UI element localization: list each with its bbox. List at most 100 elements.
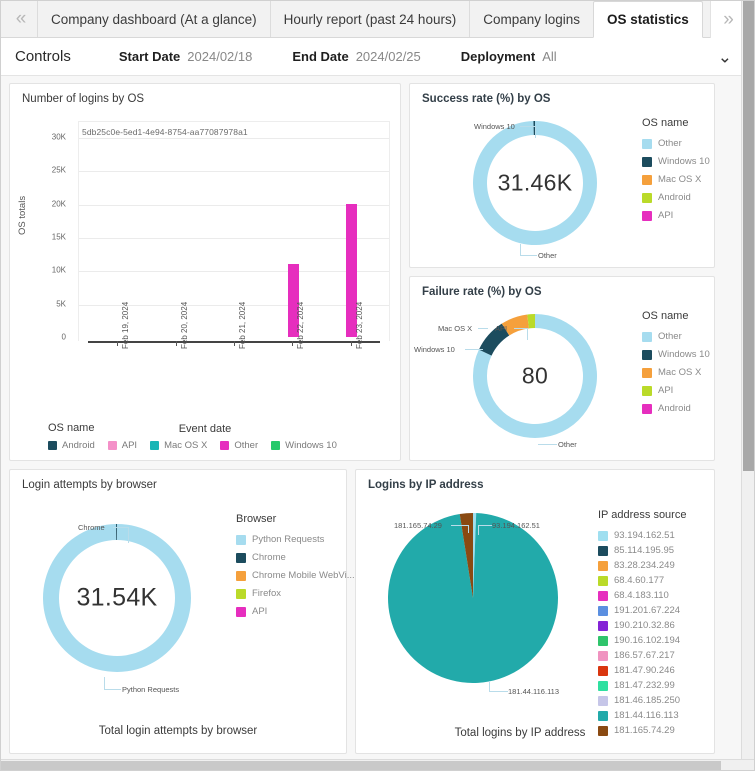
chevron-down-icon[interactable]: ⌄ bbox=[718, 48, 732, 65]
legend-swatch bbox=[598, 680, 608, 691]
legend-item[interactable]: Windows 10 bbox=[642, 349, 710, 360]
legend-item[interactable]: Android bbox=[48, 440, 95, 451]
legend-swatch bbox=[598, 635, 608, 646]
legend-item[interactable]: Chrome bbox=[236, 552, 355, 563]
legend-item[interactable]: Other bbox=[220, 440, 258, 451]
pie-leader-line bbox=[104, 689, 121, 690]
horizontal-scrollbar-thumb[interactable] bbox=[1, 761, 721, 770]
legend-label: 68.4.183.110 bbox=[614, 590, 669, 601]
legend-item[interactable]: Windows 10 bbox=[271, 440, 337, 451]
donut-chart-success-rate[interactable]: 31.46K Windows 10 Other OS name Other Windows… bbox=[410, 105, 714, 260]
legend-item[interactable]: 68.4.183.110 bbox=[598, 590, 686, 601]
legend-item[interactable]: 85.114.195.95 bbox=[598, 545, 686, 556]
panel-title-success-rate: Success rate (%) by OS bbox=[422, 93, 551, 105]
legend-item[interactable]: 93.194.162.51 bbox=[598, 530, 686, 541]
scroll-tabs-left-icon[interactable]: « bbox=[3, 1, 37, 37]
panel-title-failure-rate: Failure rate (%) by OS bbox=[422, 286, 542, 298]
board-column-right: Success rate (%) by OS 31.46K Windows 10 O… bbox=[409, 83, 715, 461]
pie-leader-line bbox=[489, 681, 490, 692]
legend-item[interactable]: 186.57.67.217 bbox=[598, 650, 686, 661]
legend-swatch bbox=[642, 385, 652, 396]
legend-label: Mac OS X bbox=[658, 174, 702, 185]
legend-label: 93.194.162.51 bbox=[614, 530, 675, 541]
legend-item[interactable]: 83.28.234.249 bbox=[598, 560, 686, 571]
legend-label: Other bbox=[234, 440, 259, 451]
legend-swatch bbox=[236, 534, 246, 545]
donut-chart-failure-rate[interactable]: 80 Mac OS X API Windows 10 Other OS name Other… bbox=[410, 298, 714, 453]
legend-label: API bbox=[658, 385, 674, 396]
legend-item[interactable]: Firefox bbox=[236, 588, 355, 599]
bar-chart-x-tick-label: Feb 22, 2024 bbox=[296, 301, 306, 349]
legend-swatch bbox=[598, 545, 608, 556]
legend-item[interactable]: API bbox=[642, 385, 710, 396]
end-date-value[interactable]: 2024/02/25 bbox=[356, 49, 421, 64]
deployment-control[interactable]: Deployment All bbox=[461, 49, 557, 64]
pie-leader-line bbox=[465, 349, 483, 350]
legend-swatch bbox=[598, 560, 608, 571]
legend-item[interactable]: Chrome Mobile WebVi... bbox=[236, 570, 355, 581]
end-date-control[interactable]: End Date 2024/02/25 bbox=[292, 49, 420, 64]
horizontal-scrollbar[interactable] bbox=[1, 759, 754, 770]
pie-annotation-label: Windows 10 bbox=[414, 345, 455, 354]
legend-label: 85.114.195.95 bbox=[614, 545, 675, 556]
deployment-value[interactable]: All bbox=[542, 49, 556, 64]
legend-item[interactable]: Mac OS X bbox=[642, 174, 710, 185]
legend-swatch bbox=[642, 156, 652, 167]
success_rate-legend: OS name Other Windows 10 Mac OS X Android API bbox=[642, 117, 710, 228]
legend-label: API bbox=[121, 440, 138, 451]
vertical-scrollbar-thumb[interactable] bbox=[743, 1, 754, 471]
legend-item[interactable]: 181.46.185.250 bbox=[598, 695, 686, 706]
bar-chart-x-tick bbox=[350, 341, 352, 346]
legend-item[interactable]: 181.47.90.246 bbox=[598, 665, 686, 676]
legend-item[interactable]: 68.4.60.177 bbox=[598, 575, 686, 586]
legend-item[interactable]: Other bbox=[642, 138, 710, 149]
pie-leader-line bbox=[527, 328, 528, 340]
start-date-value[interactable]: 2024/02/18 bbox=[187, 49, 252, 64]
legend-item[interactable]: Python Requests bbox=[236, 534, 355, 545]
legend-item[interactable]: API bbox=[107, 440, 138, 451]
legend-label: 190.16.102.194 bbox=[614, 635, 681, 646]
legend-swatch bbox=[598, 710, 608, 721]
pie-leader-line bbox=[478, 525, 479, 535]
tab-hourly-report-past-24-hours[interactable]: Hourly report (past 24 hours) bbox=[269, 1, 470, 37]
legend-title: IP address source bbox=[598, 509, 687, 521]
pie-annotation-label: Chrome bbox=[78, 523, 105, 532]
legend-swatch bbox=[598, 695, 608, 706]
pie-chart-ip[interactable]: 181.165.74.29 93.194.162.51 181.44.116.113… bbox=[356, 491, 714, 736]
tab-company-logins[interactable]: Company logins bbox=[469, 1, 594, 37]
legend-item[interactable]: 191.201.67.224 bbox=[598, 605, 686, 616]
legend-label: Android bbox=[62, 440, 95, 451]
ip-pie-graphic[interactable] bbox=[388, 513, 558, 683]
legend-item[interactable]: API bbox=[236, 606, 355, 617]
legend-item[interactable]: 190.16.102.194 bbox=[598, 635, 686, 646]
vertical-scrollbar[interactable] bbox=[741, 1, 754, 770]
legend-item[interactable]: API bbox=[642, 210, 710, 221]
legend-item[interactable]: Other bbox=[642, 331, 710, 342]
pie-leader-line bbox=[478, 328, 488, 329]
legend-item[interactable]: Android bbox=[642, 403, 710, 414]
tab-company-dashboard-at-a-glance[interactable]: Company dashboard (At a glance) bbox=[37, 1, 270, 37]
start-date-label: Start Date bbox=[118, 49, 181, 64]
panel-success-rate: Success rate (%) by OS 31.46K Windows 10 O… bbox=[409, 83, 715, 268]
bar-chart-logins-by-os[interactable]: 5db25c0e-5ed1-4e94-8754-aa77087978a1 0 5K 1… bbox=[10, 105, 400, 445]
pie-leader-line bbox=[520, 255, 537, 256]
legend-item[interactable]: Android bbox=[642, 192, 710, 203]
legend-item[interactable]: 181.44.116.113 bbox=[598, 710, 686, 721]
legend-label: 68.4.60.177 bbox=[614, 575, 665, 586]
pie-leader-line bbox=[113, 527, 129, 528]
tab-os-statistics[interactable]: OS statistics bbox=[593, 1, 703, 38]
legend-swatch bbox=[150, 441, 160, 450]
donut-chart-browser[interactable]: 31.54K Chrome Python Requests Browser Python… bbox=[10, 491, 355, 716]
end-date-label: End Date bbox=[292, 49, 349, 64]
deployment-label: Deployment bbox=[460, 49, 536, 64]
legend-swatch bbox=[642, 331, 652, 342]
legend-item[interactable]: Windows 10 bbox=[642, 156, 710, 167]
legend-label: Chrome Mobile WebVi... bbox=[252, 570, 355, 581]
legend-item[interactable]: Mac OS X bbox=[150, 440, 207, 451]
legend-item[interactable]: 190.210.32.86 bbox=[598, 620, 686, 631]
scroll-tabs-right-icon[interactable]: » bbox=[710, 1, 744, 38]
legend-item[interactable]: Mac OS X bbox=[642, 367, 710, 378]
legend-label: Firefox bbox=[252, 588, 282, 599]
legend-item[interactable]: 181.47.232.99 bbox=[598, 680, 686, 691]
start-date-control[interactable]: Start Date 2024/02/18 bbox=[119, 49, 253, 64]
